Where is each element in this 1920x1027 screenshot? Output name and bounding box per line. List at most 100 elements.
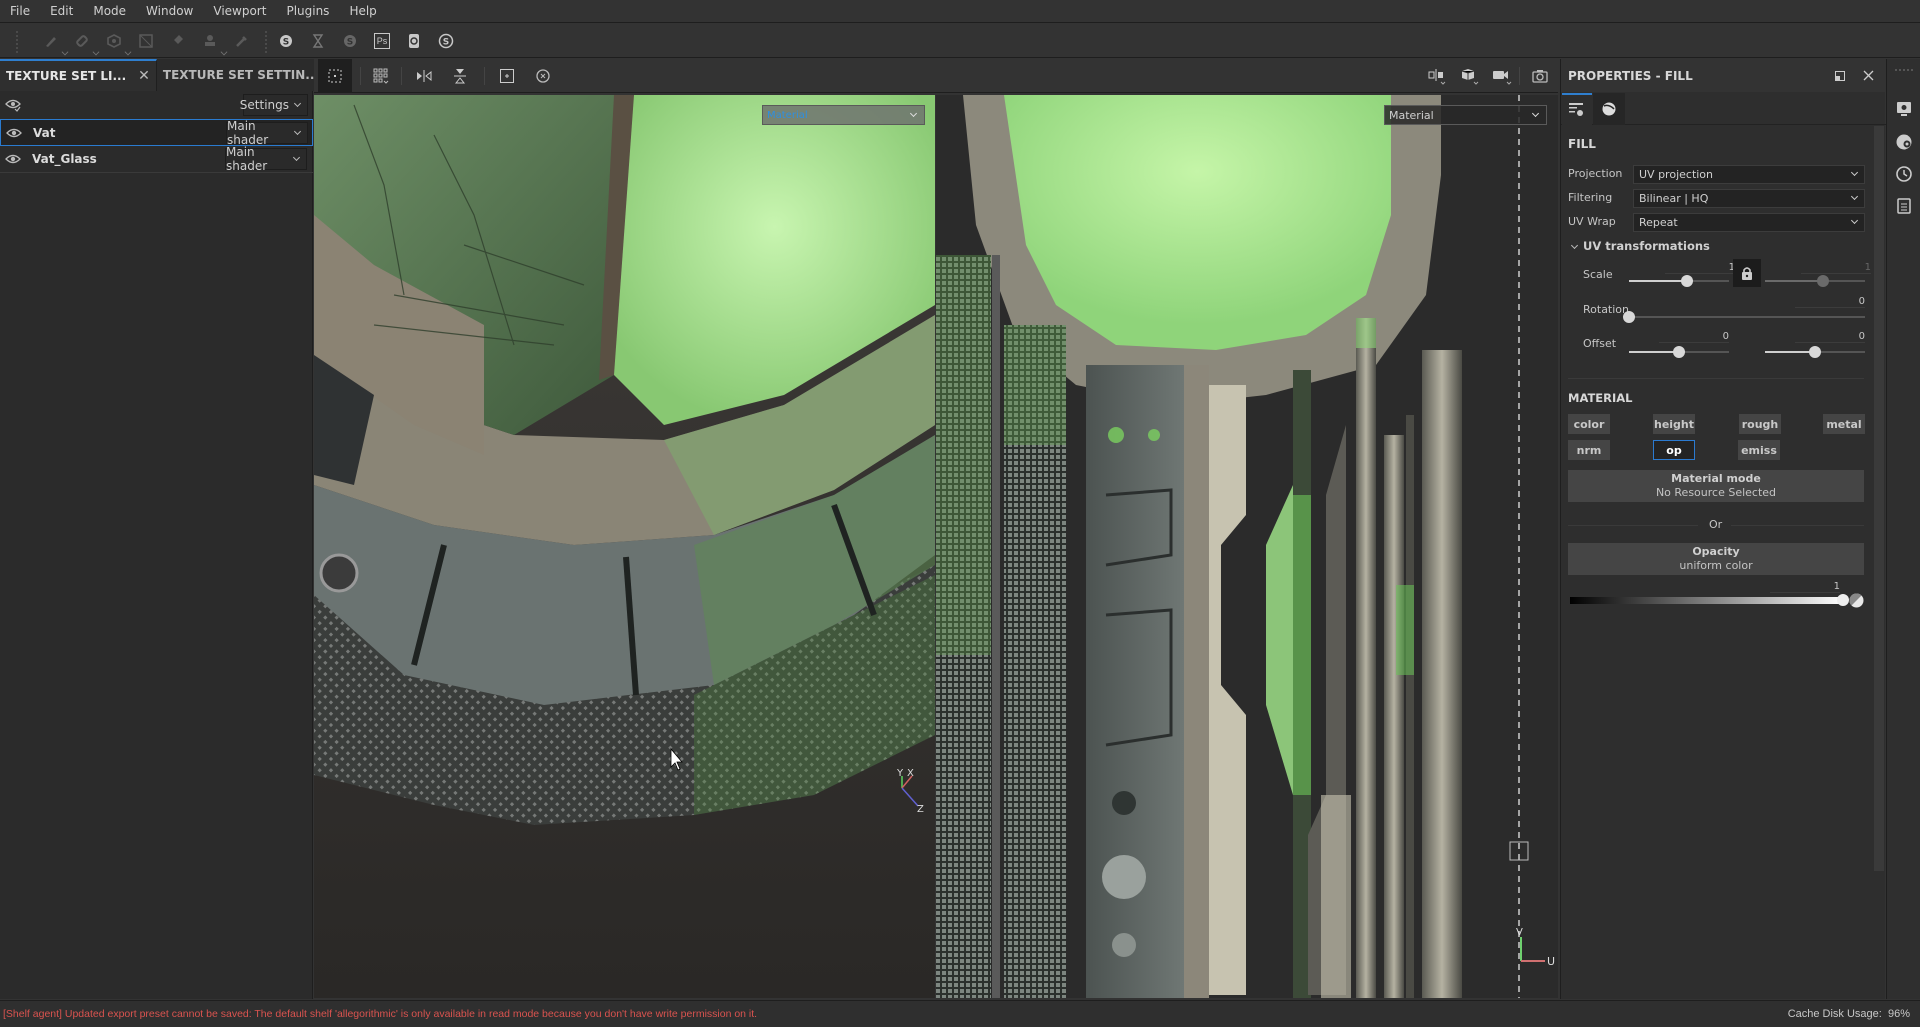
texture-set-row[interactable]: Vat_Glass Main shader	[0, 145, 313, 173]
undock-icon[interactable]	[1835, 71, 1845, 81]
frame-selection-button[interactable]	[494, 65, 520, 87]
chevron-down-icon	[293, 127, 302, 136]
menu-viewport[interactable]: Viewport	[203, 0, 276, 23]
channel-op-button[interactable]: op	[1653, 440, 1695, 460]
display-mode-button[interactable]	[1457, 65, 1483, 87]
rotation-slider[interactable]	[1623, 311, 1865, 323]
uv-wrap-label: UV Wrap	[1568, 215, 1616, 228]
close-icon[interactable]: ✕	[138, 68, 150, 84]
selection-box-button[interactable]	[318, 59, 352, 93]
visibility-toggle-all-icon[interactable]	[5, 98, 21, 112]
opacity-source: uniform color	[1679, 559, 1753, 572]
eye-icon[interactable]	[6, 126, 22, 140]
properties-header: PROPERTIES - FILL	[1561, 59, 1886, 92]
scale-u-value[interactable]: 1	[1665, 262, 1735, 274]
opacity-value[interactable]: 1	[1770, 581, 1840, 593]
opacity-source-button[interactable]: Opacity uniform color	[1568, 543, 1864, 575]
iray-render-button[interactable]	[403, 31, 425, 51]
settings-dropdown[interactable]: Settings	[239, 94, 308, 116]
clone-stamp-tool[interactable]	[199, 31, 228, 56]
uv-wrap-select[interactable]: Repeat	[1633, 213, 1865, 232]
projection-tool[interactable]	[103, 31, 132, 56]
scale-u-slider[interactable]	[1629, 275, 1729, 287]
scale-v-slider[interactable]	[1765, 275, 1865, 287]
display-settings-icon[interactable]	[1895, 100, 1913, 118]
menu-plugins[interactable]: Plugins	[276, 0, 339, 23]
screenshot-button[interactable]	[1527, 65, 1553, 87]
cache-disk-usage: Cache Disk Usage: 96%	[1788, 1008, 1910, 1020]
color-picker-swatch-icon[interactable]	[1849, 593, 1864, 608]
symmetry-x-button[interactable]	[411, 65, 437, 87]
substance-designer-button[interactable]: S	[435, 31, 457, 51]
mirror-horizontal-icon	[417, 70, 432, 82]
smudge-tool[interactable]	[166, 31, 188, 51]
projection-select[interactable]: UV projection	[1633, 165, 1865, 184]
photoshop-export-button[interactable]: Ps	[371, 31, 393, 51]
eraser-tool[interactable]	[71, 31, 100, 56]
viewport-2d-uv[interactable]: V U Material	[936, 95, 1558, 998]
paint-brush-tool[interactable]	[40, 31, 69, 56]
environment-settings-icon[interactable]	[1895, 133, 1913, 151]
scale-lock-button[interactable]	[1733, 259, 1761, 287]
scale-v-value[interactable]: 1	[1801, 262, 1871, 274]
color-picker-tool[interactable]	[231, 31, 253, 51]
channel-nrm-button[interactable]: nrm	[1568, 440, 1610, 460]
split-view-button[interactable]	[1424, 65, 1450, 87]
offset-v-value[interactable]: 0	[1795, 331, 1865, 343]
texture-set-row[interactable]: Vat Main shader	[0, 119, 313, 147]
shader-dropdown[interactable]: Main shader	[226, 119, 308, 147]
rotation-value[interactable]: 0	[1795, 296, 1865, 308]
opacity-gradient-slider[interactable]	[1570, 594, 1849, 606]
properties-scrollbar[interactable]	[1874, 126, 1884, 871]
menu-help[interactable]: Help	[339, 0, 386, 23]
substance-share-button[interactable]: S	[275, 31, 297, 51]
menu-window[interactable]: Window	[136, 0, 203, 23]
channel-height-button[interactable]: height	[1653, 414, 1695, 434]
offset-v-slider[interactable]	[1765, 346, 1865, 358]
history-icon[interactable]	[1895, 165, 1913, 183]
chevron-down-icon	[909, 109, 918, 118]
tab-texture-set-settings[interactable]: TEXTURE SET SETTIN...	[156, 59, 326, 91]
shader-dropdown[interactable]: Main shader	[225, 145, 307, 173]
menu-edit[interactable]: Edit	[40, 0, 83, 23]
offset-u-value[interactable]: 0	[1659, 331, 1729, 343]
camera-settings-button[interactable]	[1489, 65, 1515, 87]
symmetry-y-button[interactable]	[447, 65, 473, 87]
tab-material-properties[interactable]	[1593, 93, 1625, 125]
opacity-slider-knob[interactable]	[1837, 594, 1849, 606]
substance-share-icon: S	[280, 35, 292, 48]
viewport-2d-channel-dropdown[interactable]: Material	[1384, 105, 1547, 125]
grid-icon	[373, 68, 389, 84]
channel-label: height	[1653, 417, 1695, 431]
substance-source-button[interactable]: S	[339, 31, 361, 51]
channel-color-button[interactable]: color	[1568, 414, 1610, 434]
settings-label: Settings	[239, 98, 289, 112]
viewport-3d[interactable]: Y X Z Material	[314, 95, 935, 998]
toolbar-grip[interactable]	[16, 31, 20, 53]
close-icon[interactable]	[1863, 70, 1874, 81]
filtering-select[interactable]: Bilinear | HQ	[1633, 189, 1865, 208]
dock-grip[interactable]	[1895, 69, 1913, 73]
polygon-fill-tool[interactable]	[135, 31, 157, 51]
viewport-3d-channel-dropdown[interactable]: Material	[762, 105, 925, 125]
menu-file[interactable]: File	[0, 0, 40, 23]
menu-bar: File Edit Mode Window Viewport Plugins H…	[0, 0, 1920, 23]
layout-grid-button[interactable]	[368, 65, 394, 87]
eye-icon[interactable]	[5, 152, 21, 166]
material-mode-button[interactable]: Material mode No Resource Selected	[1568, 470, 1864, 502]
menu-mode[interactable]: Mode	[83, 0, 136, 23]
channel-rough-button[interactable]: rough	[1739, 414, 1781, 434]
projection-label: Projection	[1568, 167, 1623, 180]
channel-label: color	[1573, 417, 1605, 431]
axis-label-u: U	[1547, 955, 1555, 968]
channel-metal-button[interactable]: metal	[1823, 414, 1865, 434]
bake-button[interactable]	[307, 31, 329, 51]
selection-box-icon	[328, 69, 342, 83]
uv-transformations-toggle[interactable]: UV transformations	[1568, 239, 1710, 253]
channel-emiss-button[interactable]: emiss	[1738, 440, 1780, 460]
log-icon[interactable]	[1895, 197, 1913, 215]
offset-u-slider[interactable]	[1629, 346, 1729, 358]
reset-camera-button[interactable]	[530, 65, 556, 87]
tab-texture-set-list[interactable]: TEXTURE SET LI... ✕	[0, 59, 157, 91]
tab-fill-properties[interactable]	[1562, 93, 1592, 125]
